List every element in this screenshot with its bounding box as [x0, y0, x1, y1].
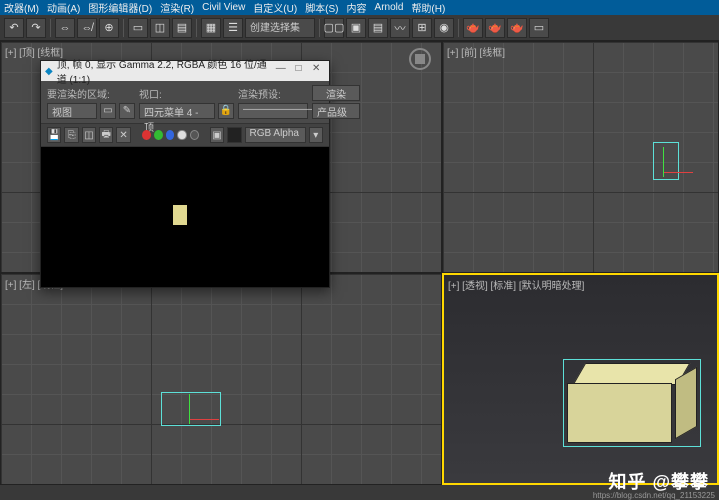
clear-icon[interactable]: ✕	[116, 127, 130, 143]
render-icon[interactable]: 🫖	[507, 18, 527, 38]
viewport-perspective[interactable]: [+] [透视] [标准] [默认明暗处理]	[442, 273, 719, 485]
render-window: ◆ 顶, 帧 0, 显示 Gamma 2.2, RGBA 颜色 16 位/通道 …	[40, 60, 330, 288]
alpha-dropdown[interactable]: RGB Alpha	[245, 127, 306, 143]
menu-item[interactable]: Arnold	[375, 2, 404, 13]
graph-icon[interactable]: ⊞	[412, 18, 432, 38]
undo-icon[interactable]: ↶	[4, 18, 24, 38]
separator	[196, 19, 197, 37]
list-icon[interactable]: ☰	[223, 18, 243, 38]
align-icon[interactable]: ▣	[346, 18, 366, 38]
toggle-overlay-icon[interactable]: ▣	[210, 127, 224, 143]
box-object[interactable]	[567, 363, 697, 443]
region-icon[interactable]: ▭	[100, 103, 116, 119]
link-icon[interactable]: ⇔	[55, 18, 75, 38]
bind-icon[interactable]: ⊕	[99, 18, 119, 38]
maximize-button[interactable]: □	[290, 63, 308, 79]
render-button[interactable]: 渲染	[312, 85, 360, 101]
mirror-icon[interactable]: ▢▢	[324, 18, 344, 38]
area-dropdown[interactable]: 视图	[47, 103, 97, 119]
preset-label: 渲染预设:	[238, 86, 308, 101]
menu-item[interactable]: 内容	[347, 0, 367, 15]
unlink-icon[interactable]: ⇎	[77, 18, 97, 38]
wireframe-box[interactable]	[161, 392, 221, 426]
red-channel-icon[interactable]	[142, 130, 151, 140]
rendered-box	[173, 205, 187, 225]
print-icon[interactable]: 🖶	[99, 127, 113, 143]
viewcube-icon[interactable]	[409, 48, 431, 70]
menu-item[interactable]: 动画(A)	[47, 0, 80, 15]
render-window-titlebar[interactable]: ◆ 顶, 帧 0, 显示 Gamma 2.2, RGBA 颜色 16 位/通道 …	[41, 61, 329, 81]
app-icon: ◆	[45, 66, 53, 77]
clone-icon[interactable]: ◫	[82, 127, 96, 143]
blue-channel-icon[interactable]	[166, 130, 175, 140]
mono-channel-icon[interactable]	[190, 130, 199, 140]
y-axis-icon	[189, 394, 190, 424]
area-label: 要渲染的区域:	[47, 86, 135, 101]
render-prod-icon[interactable]: ▭	[529, 18, 549, 38]
save-icon[interactable]: 💾	[47, 127, 61, 143]
preset-dropdown[interactable]: ————————	[238, 103, 308, 119]
edit-region-icon[interactable]: ✎	[119, 103, 135, 119]
viewport-label: 视口:	[139, 86, 234, 101]
x-axis-icon	[189, 419, 219, 420]
menu-item[interactable]: 脚本(S)	[305, 0, 338, 15]
render-toolbar: 💾 ⎘ ◫ 🖶 ✕ ▣ RGB Alpha ▾	[41, 123, 329, 147]
menu-item[interactable]: Civil View	[202, 2, 245, 13]
viewport-label[interactable]: [+] [透视] [标准] [默认明暗处理]	[448, 277, 584, 292]
viewport-dropdown[interactable]: 四元菜单 4 - 顶	[139, 103, 215, 119]
channel-config-icon[interactable]: ▾	[309, 127, 323, 143]
green-channel-icon[interactable]	[154, 130, 163, 140]
menu-bar: 改器(M) 动画(A) 图形编辑器(D) 渲染(R) Civil View 自定…	[0, 0, 719, 15]
render-options-row: 要渲染的区域: 视图 ▭ ✎ 视口: 四元菜单 4 - 顶 🔒 渲染预设: ——…	[41, 81, 329, 123]
selection-set-dropdown[interactable]: 创建选择集	[245, 18, 315, 38]
watermark-url: https://blog.csdn.net/qq_21153225	[593, 491, 715, 500]
selection-bounds	[563, 359, 701, 447]
layer-icon[interactable]: ▤	[368, 18, 388, 38]
viewport-label[interactable]: [+] [顶] [线框]	[5, 44, 63, 59]
x-axis-icon	[663, 172, 693, 173]
minimize-button[interactable]: —	[272, 63, 290, 79]
render-window-title: 顶, 帧 0, 显示 Gamma 2.2, RGBA 颜色 16 位/通道 (1…	[57, 56, 272, 86]
viewport-left[interactable]: [+] [左] [线框]	[0, 273, 442, 485]
viewport-front[interactable]: [+] [前] [线框]	[442, 41, 719, 273]
wireframe-box[interactable]	[653, 142, 679, 180]
production-dropdown[interactable]: 产品级	[312, 103, 360, 119]
render-output-view[interactable]	[41, 147, 329, 287]
curve-icon[interactable]: 〰	[390, 18, 410, 38]
close-button[interactable]: ✕	[307, 63, 325, 79]
menu-item[interactable]: 帮助(H)	[411, 0, 445, 15]
alpha-channel-icon[interactable]	[177, 130, 186, 140]
copy-icon[interactable]: ⎘	[64, 127, 78, 143]
select-icon[interactable]: ▭	[128, 18, 148, 38]
menu-item[interactable]: 渲染(R)	[160, 0, 194, 15]
y-axis-icon	[663, 147, 664, 177]
separator	[123, 19, 124, 37]
lock-icon[interactable]: 🔒	[218, 103, 234, 119]
separator	[50, 19, 51, 37]
viewport-label[interactable]: [+] [前] [线框]	[447, 44, 505, 59]
window-icon[interactable]: ◫	[150, 18, 170, 38]
grid-major	[1, 274, 441, 484]
separator	[458, 19, 459, 37]
separator	[319, 19, 320, 37]
filter-icon[interactable]: ▦	[201, 18, 221, 38]
crossing-icon[interactable]: ▤	[172, 18, 192, 38]
main-toolbar: ↶ ↷ ⇔ ⇎ ⊕ ▭ ◫ ▤ ▦ ☰ 创建选择集 ▢▢ ▣ ▤ 〰 ⊞ ◉ 🫖…	[0, 15, 719, 41]
redo-icon[interactable]: ↷	[26, 18, 46, 38]
render-setup-icon[interactable]: 🫖	[463, 18, 483, 38]
material-icon[interactable]: ◉	[434, 18, 454, 38]
swatch-icon[interactable]	[227, 127, 241, 143]
menu-item[interactable]: 图形编辑器(D)	[88, 0, 152, 15]
render-frame-icon[interactable]: 🫖	[485, 18, 505, 38]
menu-item[interactable]: 改器(M)	[4, 0, 39, 15]
menu-item[interactable]: 自定义(U)	[253, 0, 297, 15]
